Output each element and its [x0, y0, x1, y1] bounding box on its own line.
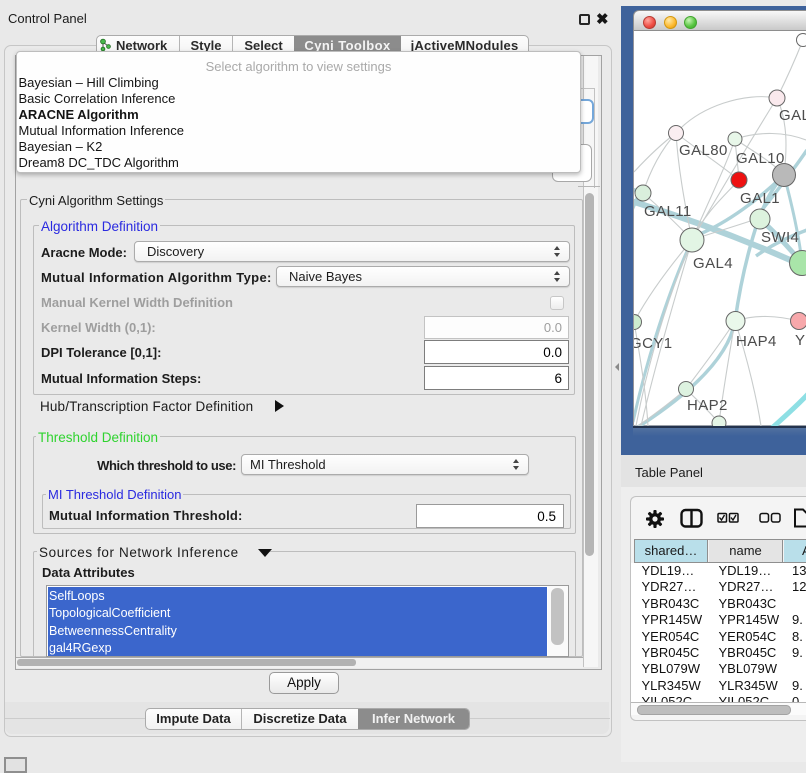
- svg-text:GAL11: GAL11: [644, 203, 692, 220]
- svg-text:GAL: GAL: [779, 107, 806, 124]
- svg-text:HAP2: HAP2: [687, 397, 728, 414]
- svg-text:GCY1: GCY1: [634, 335, 672, 352]
- svg-text:Y: Y: [795, 332, 805, 349]
- svg-text:GAL1: GAL1: [740, 190, 780, 207]
- svg-text:GAL10: GAL10: [736, 150, 785, 167]
- svg-text:HAP4: HAP4: [736, 333, 777, 350]
- svg-text:GAL80: GAL80: [679, 142, 728, 159]
- svg-text:SWI4: SWI4: [761, 229, 799, 246]
- svg-text:GAL4: GAL4: [693, 255, 733, 272]
